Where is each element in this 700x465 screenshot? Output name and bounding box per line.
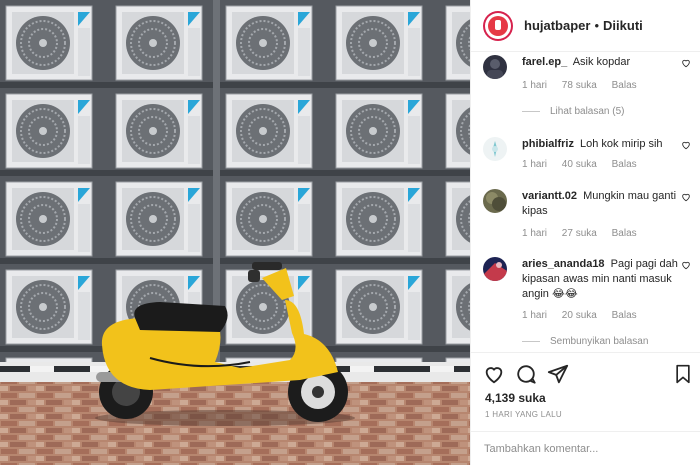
commenter-avatar[interactable] — [483, 189, 507, 213]
comment-likes[interactable]: 78 suka — [562, 80, 597, 91]
view-replies-button[interactable]: Lihat balasan (5) — [522, 106, 625, 117]
comments-list: farel.ep_ Asik kopdar 1 hari 78 suka Bal… — [471, 52, 700, 352]
commenter-username[interactable]: phibialfriz — [522, 138, 574, 150]
like-comment-icon[interactable] — [681, 260, 691, 270]
post-header: hujatbaper • Diikuti — [471, 0, 700, 52]
instagram-post-view: hujatbaper • Diikuti farel.ep_ Asik kopd… — [0, 0, 700, 465]
comment-age: 1 hari — [522, 159, 548, 170]
commenter-username[interactable]: aries_ananda18 — [522, 258, 605, 270]
heart-icon[interactable] — [483, 363, 505, 385]
header-separator: • — [594, 18, 600, 33]
reply-button[interactable]: Balas — [612, 80, 637, 91]
comment-age: 1 hari — [522, 228, 548, 239]
like-comment-icon[interactable] — [681, 58, 691, 68]
like-comment-icon[interactable] — [681, 140, 691, 150]
hide-replies-label: Sembunyikan balasan — [550, 336, 649, 347]
view-replies-label: Lihat balasan (5) — [550, 106, 625, 117]
author-username[interactable]: hujatbaper — [524, 18, 590, 33]
comment-icon[interactable] — [515, 363, 537, 385]
reply-button[interactable]: Balas — [612, 310, 637, 321]
comment-meta: 1 hari 40 suka Balas — [522, 159, 649, 170]
commenter-avatar[interactable] — [483, 55, 507, 79]
commenter-username[interactable]: variantt.02 — [522, 190, 577, 202]
comment-text: Loh kok mirip sih — [580, 138, 663, 150]
reply-button[interactable]: Balas — [612, 228, 637, 239]
post-likes-count[interactable]: 4,139 suka — [485, 391, 546, 405]
post-actions: 4,139 suka 1 HARI YANG LALU — [471, 352, 700, 465]
comment-meta: 1 hari 20 suka Balas — [522, 310, 649, 321]
bookmark-icon[interactable] — [673, 363, 693, 385]
add-comment-bar — [471, 431, 700, 465]
comment-text-block: farel.ep_ Asik kopdar — [522, 55, 692, 70]
commenter-avatar[interactable] — [483, 257, 507, 281]
comment-meta: 1 hari 78 suka Balas — [522, 80, 649, 91]
comment-text-block: phibialfriz Loh kok mirip sih — [522, 137, 692, 152]
add-comment-input[interactable] — [484, 441, 694, 457]
commenter-username[interactable]: farel.ep_ — [522, 56, 567, 68]
reply-button[interactable]: Balas — [612, 159, 637, 170]
comment-text-block: aries_ananda18 Pagi pagi dah kipasan awa… — [522, 257, 692, 302]
hide-replies-button[interactable]: Sembunyikan balasan — [522, 336, 648, 347]
post-photo[interactable] — [0, 0, 470, 465]
follow-status-button[interactable]: Diikuti — [603, 18, 643, 33]
comment-text: Asik kopdar — [572, 56, 631, 68]
comment-likes[interactable]: 40 suka — [562, 159, 597, 170]
author-avatar[interactable] — [483, 10, 513, 41]
comment-likes[interactable]: 20 suka — [562, 310, 597, 321]
comment-age: 1 hari — [522, 310, 548, 321]
comment-meta: 1 hari 27 suka Balas — [522, 228, 649, 239]
post-side-panel: hujatbaper • Diikuti farel.ep_ Asik kopd… — [470, 0, 700, 465]
comment-age: 1 hari — [522, 80, 548, 91]
commenter-avatar[interactable] — [483, 137, 507, 161]
share-icon[interactable] — [547, 363, 569, 385]
post-timestamp: 1 HARI YANG LALU — [485, 410, 562, 419]
comment-text-block: variantt.02 Mungkin mau ganti kipas — [522, 189, 692, 219]
comment-likes[interactable]: 27 suka — [562, 228, 597, 239]
like-comment-icon[interactable] — [681, 192, 691, 202]
